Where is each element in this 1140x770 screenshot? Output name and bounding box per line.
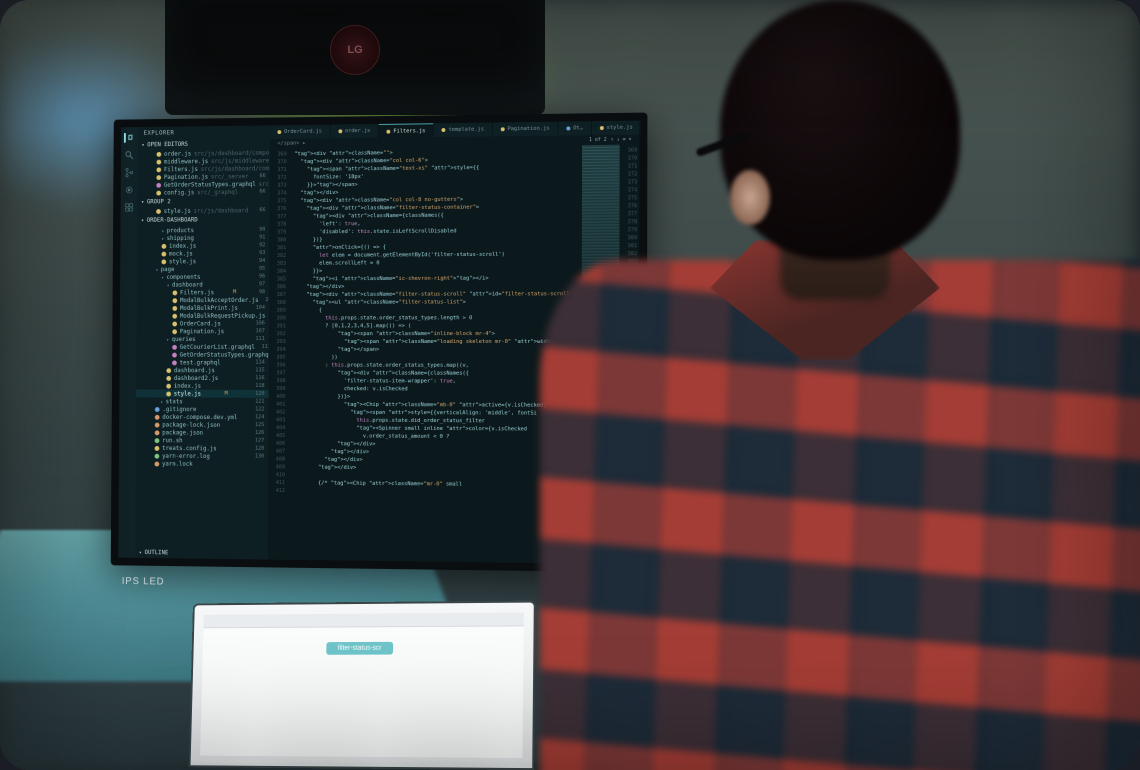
scene: LG EXPLORER OPEN EDITORS order.js src/js… — [0, 0, 1140, 770]
search-icon[interactable] — [125, 150, 134, 160]
laptop-screen: filter-status-scr — [200, 613, 524, 758]
code-area[interactable]: 369 370 371 372 373 374 375 376 377 378 … — [267, 144, 639, 564]
line-gutter: 369 370 371 372 373 374 375 376 377 378 … — [267, 149, 290, 560]
outline-section[interactable]: OUTLINE — [135, 547, 267, 559]
tree-item[interactable]: queries111 — [137, 335, 269, 343]
explorer-sidebar[interactable]: EXPLORER OPEN EDITORS order.js src/js/da… — [135, 125, 270, 559]
editor-tab[interactable]: Pagination.js — [493, 122, 559, 137]
editor-pane: OrderCard.jsorder.jsFilters.jstemplate.j… — [267, 121, 639, 565]
files-icon[interactable] — [124, 133, 133, 143]
monitor-badge: IPS LED — [122, 576, 165, 587]
file-tree[interactable]: products90shipping91index.js92mock.js93s… — [135, 225, 269, 549]
breadcrumb-item: </span> ▸ — [277, 141, 305, 147]
search-result-count: 1 of 2 — [589, 137, 607, 143]
monitor-secondary: LG — [165, 0, 545, 115]
source-control-icon[interactable] — [125, 168, 134, 178]
tree-item[interactable]: Pagination.js107 — [137, 327, 269, 335]
tree-item[interactable]: test.graphql114 — [136, 358, 268, 366]
tree-item[interactable]: GetOrderStatusTypes.graphql113 — [136, 351, 268, 359]
editor-tab[interactable]: style.js — [592, 121, 642, 136]
tree-item[interactable]: ModalBulkPrint.js104 — [137, 304, 269, 312]
tree-item[interactable]: ModalBulkAcceptOrder.js103 — [137, 296, 269, 304]
extensions-icon[interactable] — [124, 203, 133, 213]
line-gutter-right: 369 370 371 372 373 374 375 376 377 378 … — [619, 144, 640, 564]
lg-logo-icon: LG — [330, 25, 380, 75]
editor-tab[interactable]: Ot… — [558, 121, 591, 135]
monitor-primary: EXPLORER OPEN EDITORS order.js src/js/da… — [111, 113, 648, 573]
editor-tab[interactable]: OrderCard.js — [270, 125, 331, 139]
minimap[interactable] — [581, 145, 620, 564]
tree-item[interactable]: GetCourierList.graphql112 — [137, 343, 269, 351]
tree-item[interactable]: OrderCard.js106 — [137, 320, 269, 328]
code-content[interactable]: "tag"><div "attr">className=""> "tag"><d… — [288, 145, 582, 563]
tree-item[interactable]: yarn.lock — [136, 460, 268, 469]
laptop: filter-status-scr — [189, 601, 536, 770]
editor-tab[interactable]: Filters.js — [379, 123, 434, 137]
code-editor: EXPLORER OPEN EDITORS order.js src/js/da… — [118, 121, 639, 565]
debug-icon[interactable] — [124, 185, 133, 195]
laptop-chip: filter-status-scr — [326, 642, 393, 655]
tree-item[interactable]: ModalBulkRequestPickup.js105 — [137, 312, 269, 320]
search-nav-icons[interactable]: ↑ ↓ ≡ × — [611, 137, 632, 143]
editor-tab[interactable]: order.js — [331, 124, 379, 138]
editor-tab[interactable]: template.js — [434, 123, 493, 138]
